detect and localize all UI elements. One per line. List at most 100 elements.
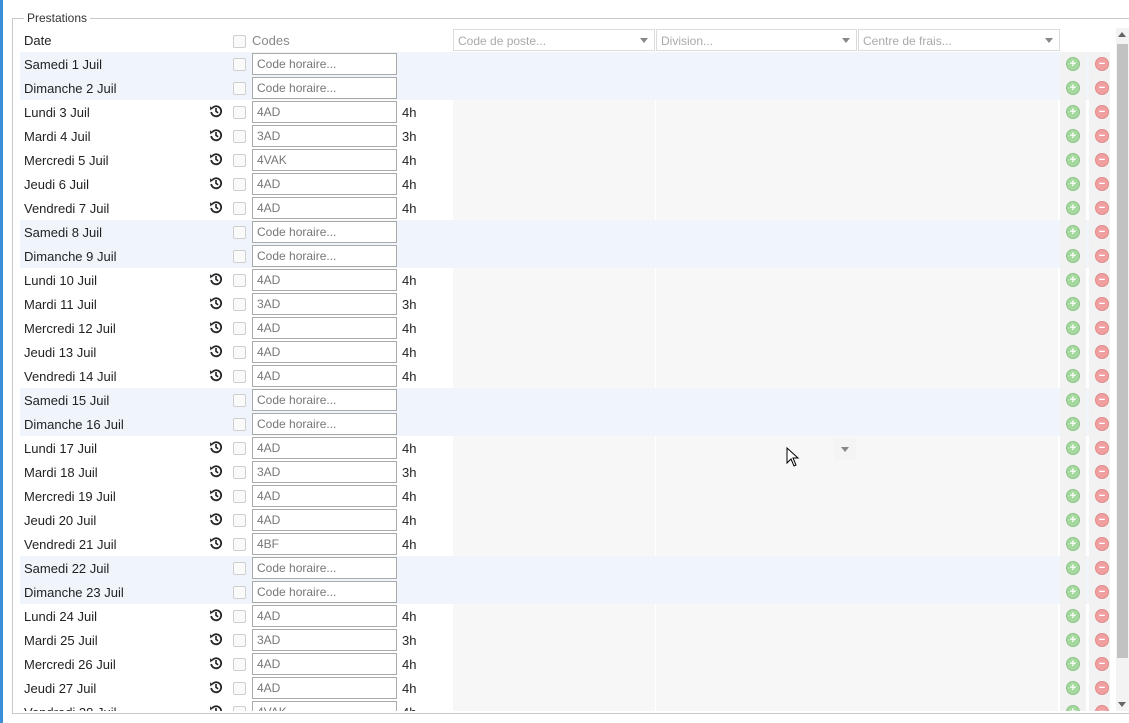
vertical-scrollbar[interactable] xyxy=(1116,28,1129,711)
row-checkbox[interactable] xyxy=(233,178,246,191)
division-centre-cell[interactable] xyxy=(656,196,1058,220)
dropdown-arrow-button[interactable] xyxy=(834,438,856,460)
remove-row-button[interactable]: − xyxy=(1095,177,1109,191)
remove-row-button[interactable]: − xyxy=(1095,609,1109,623)
scroll-down-arrow-icon[interactable] xyxy=(1118,702,1126,707)
code-poste-cell[interactable] xyxy=(453,364,655,388)
code-poste-cell[interactable] xyxy=(453,292,655,316)
division-centre-cell[interactable] xyxy=(656,340,1058,364)
code-horaire-input[interactable] xyxy=(252,437,397,459)
division-centre-cell[interactable] xyxy=(656,436,1058,460)
remove-row-button[interactable]: − xyxy=(1095,393,1109,407)
add-row-button[interactable]: + xyxy=(1066,249,1080,263)
remove-row-button[interactable]: − xyxy=(1095,345,1109,359)
row-checkbox[interactable] xyxy=(233,298,246,311)
code-horaire-input[interactable] xyxy=(252,77,397,99)
code-horaire-input[interactable] xyxy=(252,341,397,363)
division-centre-cell[interactable] xyxy=(656,508,1058,532)
add-row-button[interactable]: + xyxy=(1066,417,1080,431)
add-row-button[interactable]: + xyxy=(1066,393,1080,407)
history-icon[interactable] xyxy=(209,272,223,286)
history-icon[interactable] xyxy=(209,296,223,310)
history-icon[interactable] xyxy=(209,656,223,670)
remove-row-button[interactable]: − xyxy=(1095,513,1109,527)
division-centre-cell[interactable] xyxy=(656,316,1058,340)
division-centre-cell[interactable] xyxy=(656,148,1058,172)
code-horaire-input[interactable] xyxy=(252,245,397,267)
code-poste-cell[interactable] xyxy=(453,484,655,508)
row-checkbox[interactable] xyxy=(233,58,246,71)
code-poste-combo[interactable]: Code de poste... xyxy=(453,29,655,51)
remove-row-button[interactable]: − xyxy=(1095,57,1109,71)
code-horaire-input[interactable] xyxy=(252,365,397,387)
remove-row-button[interactable]: − xyxy=(1095,681,1109,695)
division-centre-cell[interactable] xyxy=(656,604,1058,628)
remove-row-button[interactable]: − xyxy=(1095,153,1109,167)
division-centre-cell[interactable] xyxy=(656,364,1058,388)
division-centre-cell[interactable] xyxy=(656,484,1058,508)
division-centre-cell[interactable] xyxy=(656,292,1058,316)
code-poste-cell[interactable] xyxy=(453,676,655,700)
row-checkbox[interactable] xyxy=(233,490,246,503)
division-centre-cell[interactable] xyxy=(656,172,1058,196)
add-row-button[interactable]: + xyxy=(1066,561,1080,575)
remove-row-button[interactable]: − xyxy=(1095,129,1109,143)
history-icon[interactable] xyxy=(209,608,223,622)
add-row-button[interactable]: + xyxy=(1066,609,1080,623)
history-icon[interactable] xyxy=(209,104,223,118)
add-row-button[interactable]: + xyxy=(1066,681,1080,695)
code-horaire-input[interactable] xyxy=(252,269,397,291)
division-centre-cell[interactable] xyxy=(656,100,1058,124)
row-checkbox[interactable] xyxy=(233,202,246,215)
code-poste-cell[interactable] xyxy=(453,172,655,196)
history-icon[interactable] xyxy=(209,320,223,334)
history-icon[interactable] xyxy=(209,632,223,646)
row-checkbox[interactable] xyxy=(233,154,246,167)
add-row-button[interactable]: + xyxy=(1066,345,1080,359)
code-poste-cell[interactable] xyxy=(453,100,655,124)
add-row-button[interactable]: + xyxy=(1066,513,1080,527)
add-row-button[interactable]: + xyxy=(1066,369,1080,383)
centre-frais-combo[interactable]: Centre de frais... xyxy=(858,29,1060,51)
code-horaire-input[interactable] xyxy=(252,101,397,123)
add-row-button[interactable]: + xyxy=(1066,321,1080,335)
remove-row-button[interactable]: − xyxy=(1095,633,1109,647)
code-horaire-input[interactable] xyxy=(252,605,397,627)
row-checkbox[interactable] xyxy=(233,442,246,455)
row-checkbox[interactable] xyxy=(233,418,246,431)
code-horaire-input[interactable] xyxy=(252,173,397,195)
code-horaire-input[interactable] xyxy=(252,509,397,531)
code-horaire-input[interactable] xyxy=(252,629,397,651)
remove-row-button[interactable]: − xyxy=(1095,81,1109,95)
remove-row-button[interactable]: − xyxy=(1095,441,1109,455)
add-row-button[interactable]: + xyxy=(1066,129,1080,143)
code-horaire-input[interactable] xyxy=(252,485,397,507)
division-centre-cell[interactable] xyxy=(656,676,1058,700)
history-icon[interactable] xyxy=(209,704,223,711)
row-checkbox[interactable] xyxy=(233,466,246,479)
row-checkbox[interactable] xyxy=(233,514,246,527)
add-row-button[interactable]: + xyxy=(1066,81,1080,95)
history-icon[interactable] xyxy=(209,512,223,526)
row-checkbox[interactable] xyxy=(233,370,246,383)
code-horaire-input[interactable] xyxy=(252,197,397,219)
code-poste-cell[interactable] xyxy=(453,628,655,652)
row-checkbox[interactable] xyxy=(233,538,246,551)
code-poste-cell[interactable] xyxy=(453,268,655,292)
division-centre-cell[interactable] xyxy=(656,652,1058,676)
remove-row-button[interactable]: − xyxy=(1095,657,1109,671)
remove-row-button[interactable]: − xyxy=(1095,273,1109,287)
add-row-button[interactable]: + xyxy=(1066,273,1080,287)
code-horaire-input[interactable] xyxy=(252,221,397,243)
code-horaire-input[interactable] xyxy=(252,581,397,603)
code-horaire-input[interactable] xyxy=(252,533,397,555)
remove-row-button[interactable]: − xyxy=(1095,369,1109,383)
code-horaire-input[interactable] xyxy=(252,557,397,579)
remove-row-button[interactable]: − xyxy=(1095,561,1109,575)
row-checkbox[interactable] xyxy=(233,658,246,671)
code-poste-cell[interactable] xyxy=(453,436,655,460)
add-row-button[interactable]: + xyxy=(1066,657,1080,671)
row-checkbox[interactable] xyxy=(233,226,246,239)
row-checkbox[interactable] xyxy=(233,586,246,599)
scroll-up-arrow-icon[interactable] xyxy=(1118,32,1126,37)
